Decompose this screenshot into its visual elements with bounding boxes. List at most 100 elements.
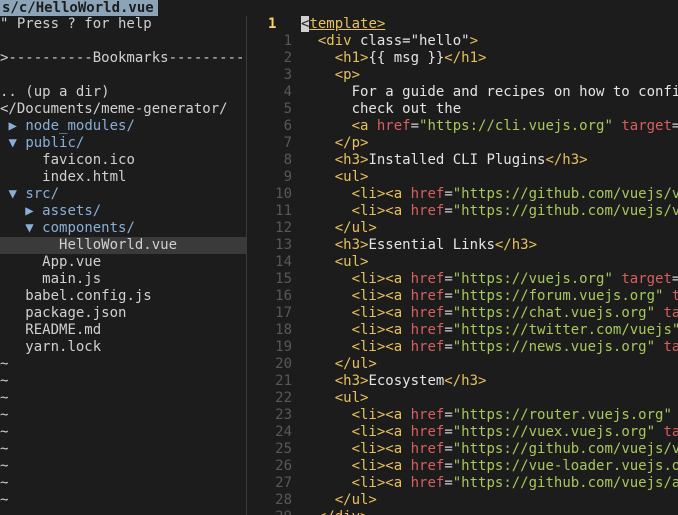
expanded-arrow-icon[interactable]: ▼: [25, 220, 33, 236]
tree-item-label: public/: [25, 135, 85, 151]
code-line[interactable]: 15 <li><a href="https://vuejs.org" targe…: [254, 271, 678, 288]
code-line[interactable]: 1 <template>: [254, 16, 678, 33]
tree-dir[interactable]: ▼ components/: [0, 220, 246, 237]
code-token: "https://github.com/vuejs/awesome-vue: [452, 475, 678, 491]
code-line[interactable]: 12 </ul>: [254, 220, 678, 237]
code-line[interactable]: 14 <ul>: [254, 254, 678, 271]
collapsed-arrow-icon[interactable]: ▶: [8, 118, 16, 134]
bookmarks-header[interactable]: >----------Bookmarks----------: [0, 50, 246, 67]
code-line[interactable]: 6 <a href="https://cli.vuejs.org" target…: [254, 118, 678, 135]
code-token: "https://github.com/vuejs/vue-devtools: [452, 441, 678, 457]
code-line[interactable]: 27 <li><a href="https://github.com/vuejs…: [254, 475, 678, 492]
code-line[interactable]: 13 <h3>Essential Links</h3>: [254, 237, 678, 254]
code-line[interactable]: 28 </ul>: [254, 492, 678, 509]
tree-file[interactable]: yarn.lock: [0, 339, 246, 356]
code-line[interactable]: 10 <li><a href="https://github.com/vuejs…: [254, 186, 678, 203]
tree-dir[interactable]: ▶ assets/: [0, 203, 246, 220]
code-token: Ecosystem: [368, 373, 445, 389]
code-line[interactable]: 29 </div>: [254, 509, 678, 515]
tree-item-label: main.js: [42, 271, 102, 287]
code-line[interactable]: 26 <li><a href="https://vue-loader.vuejs…: [254, 458, 678, 475]
code-line[interactable]: 8 <h3>Installed CLI Plugins</h3>: [254, 152, 678, 169]
tree-file[interactable]: HelloWorld.vue: [0, 237, 246, 254]
tree-dir[interactable]: ▶ node_modules/: [0, 118, 246, 135]
code-token: href: [402, 288, 445, 304]
code-token: For a guide and recipes on how to config…: [301, 84, 678, 100]
tree-file[interactable]: App.vue: [0, 254, 246, 271]
current-dir[interactable]: </Documents/meme-generator/: [0, 101, 246, 118]
tree-file[interactable]: main.js: [0, 271, 246, 288]
code-line[interactable]: 20 </ul>: [254, 356, 678, 373]
tree-file[interactable]: babel.config.js: [0, 288, 246, 305]
tab-active[interactable]: s/c/HelloWorld.vue: [0, 0, 158, 16]
tree-item-label: node_modules/: [25, 118, 135, 134]
expanded-arrow-icon[interactable]: ▼: [8, 186, 16, 202]
code-token: href: [402, 271, 445, 287]
code-line[interactable]: 16 <li><a href="https://forum.vuejs.org"…: [254, 288, 678, 305]
code-line[interactable]: 2 <h1>{{ msg }}</h1>: [254, 50, 678, 67]
tree-file[interactable]: package.json: [0, 305, 246, 322]
up-a-dir[interactable]: .. (up a dir): [0, 84, 246, 101]
tree-file[interactable]: README.md: [0, 322, 246, 339]
tree-dir[interactable]: ▼ src/: [0, 186, 246, 203]
code-line[interactable]: 1 <div class="hello">: [254, 33, 678, 50]
code-token: =: [410, 118, 420, 134]
expanded-arrow-icon[interactable]: ▼: [8, 135, 16, 151]
code-line[interactable]: 19 <li><a href="https://news.vuejs.org" …: [254, 339, 678, 356]
tree-item-label: README.md: [25, 322, 102, 338]
code-token: </ul>: [334, 356, 377, 372]
code-token: =: [444, 339, 453, 355]
empty-line-marker: ~: [0, 424, 9, 440]
code-line[interactable]: 24 <li><a href="https://vuex.vuejs.org" …: [254, 424, 678, 441]
code-line[interactable]: 3 <p>: [254, 67, 678, 84]
line-number: 26: [275, 458, 292, 474]
code-line[interactable]: 25 <li><a href="https://github.com/vuejs…: [254, 441, 678, 458]
code-token: href: [402, 322, 445, 338]
code-line[interactable]: 23 <li><a href="https://router.vuejs.org…: [254, 407, 678, 424]
code-line[interactable]: 4 For a guide and recipes on how to conf…: [254, 84, 678, 101]
line-number: 9: [283, 169, 292, 185]
tree-file[interactable]: favicon.ico: [0, 152, 246, 169]
line-number: 18: [275, 322, 292, 338]
code-token: target: [672, 407, 678, 423]
code-line[interactable]: 11 <li><a href="https://github.com/vuejs…: [254, 203, 678, 220]
code-line[interactable]: 21 <h3>Ecosystem</h3>: [254, 373, 678, 390]
nerdtree-panel[interactable]: " Press ? for help >----------Bookmarks-…: [0, 16, 246, 515]
code-token: href: [402, 424, 445, 440]
tree-dir[interactable]: ▼ public/: [0, 135, 246, 152]
tree-file[interactable]: index.html: [0, 169, 246, 186]
code-token: <ul>: [334, 254, 369, 270]
code-token: =: [671, 118, 678, 134]
code-token: <li><a: [351, 305, 403, 321]
code-line[interactable]: 17 <li><a href="https://chat.vuejs.org" …: [254, 305, 678, 322]
code-buffer[interactable]: 1 <template> 1 <div class="hello"> 2 <h1>{{…: [254, 16, 678, 515]
code-token: =: [444, 305, 453, 321]
editor-pane[interactable]: 1 <template> 1 <div class="hello"> 2 <h1>{{…: [254, 16, 678, 515]
code-token: "https://github.com/vuejs/vue-cli: [452, 203, 678, 219]
collapsed-arrow-icon[interactable]: ▶: [25, 203, 33, 219]
code-token: check out the: [301, 101, 462, 117]
code-line[interactable]: 5 check out the: [254, 101, 678, 118]
code-token: </h1>: [444, 50, 487, 66]
code-line[interactable]: 9 <ul>: [254, 169, 678, 186]
code-token: =: [444, 288, 453, 304]
empty-line-marker: ~: [0, 356, 9, 372]
code-token: <h1>: [334, 50, 369, 66]
code-token: target: [612, 118, 672, 134]
code-token: =: [444, 441, 453, 457]
code-line[interactable]: 7 </p>: [254, 135, 678, 152]
code-token: "https://vuex.vuejs.org": [452, 424, 656, 440]
code-line[interactable]: 22 <ul>: [254, 390, 678, 407]
code-line[interactable]: 18 <li><a href="https://twitter.com/vuej…: [254, 322, 678, 339]
tree-item-label: index.html: [42, 169, 127, 185]
